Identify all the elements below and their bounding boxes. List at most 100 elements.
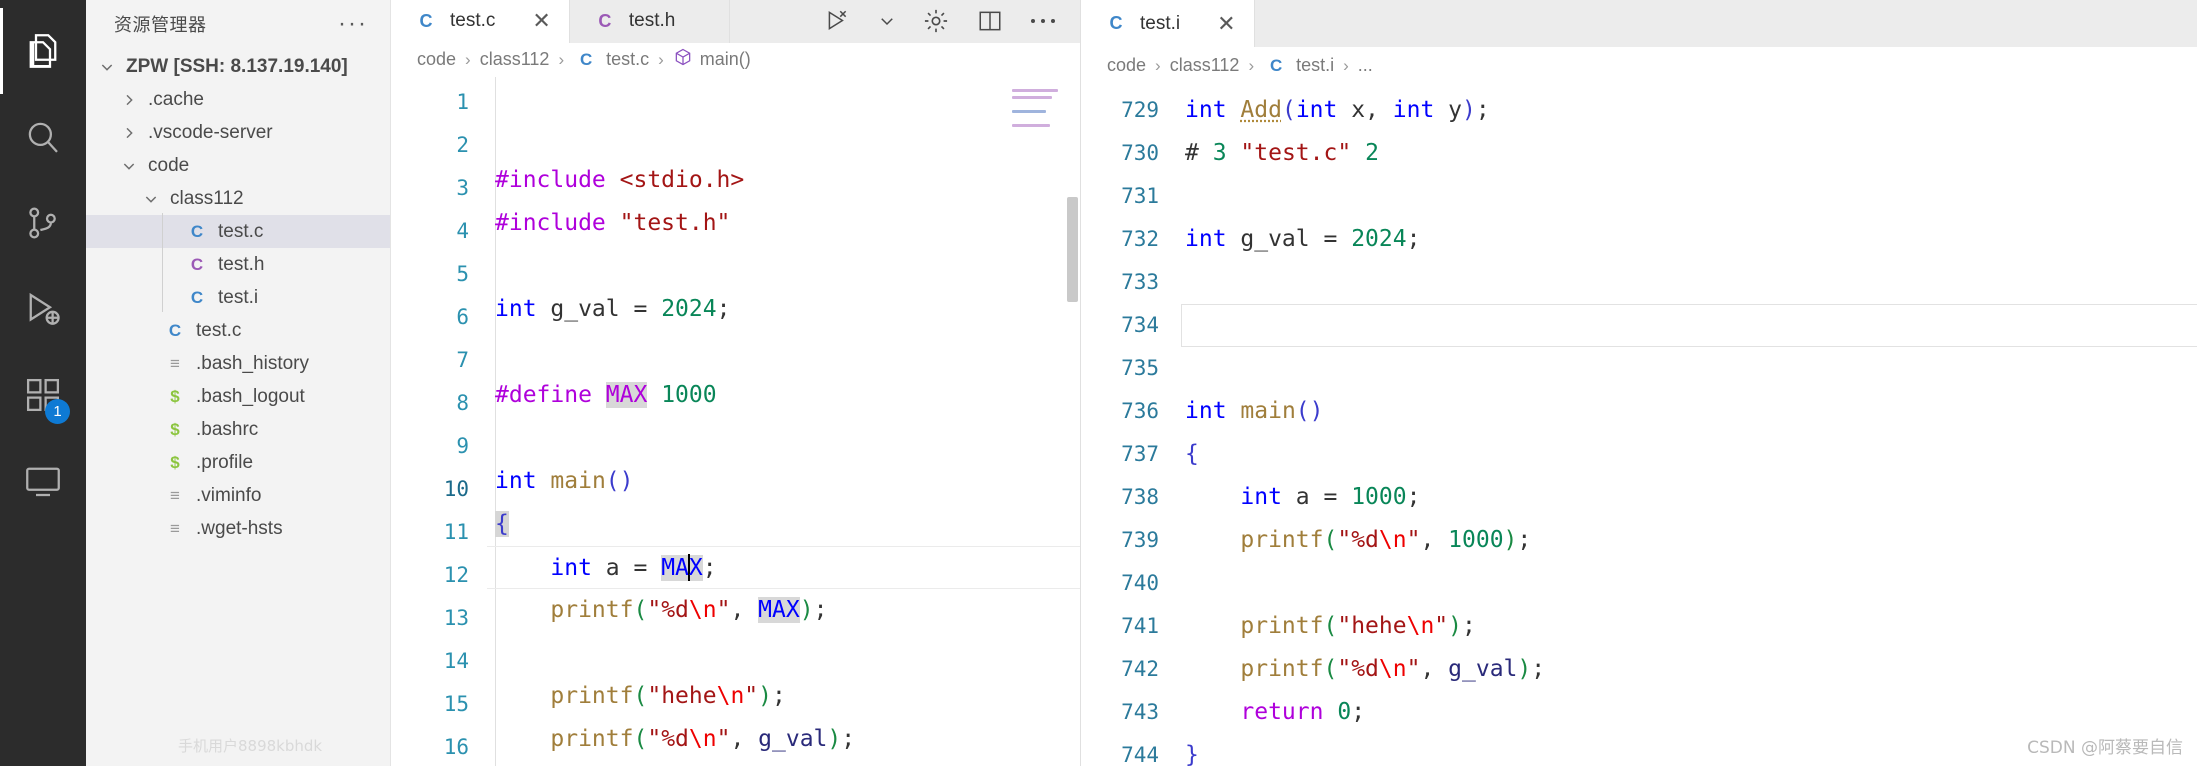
tree-item-code[interactable]: code [86,149,390,182]
code-line[interactable] [1177,175,2197,218]
breadcrumb-item[interactable]: code [1107,55,1146,76]
code-line[interactable] [487,331,1080,374]
code-text-left[interactable]: #include <stdio.h> #include "test.h" int g… [487,76,1080,766]
breadcrumb-item[interactable]: code [417,49,456,70]
code-line[interactable]: printf("%d\n", g_val); [487,718,1080,761]
code-line[interactable]: { [1177,433,2197,476]
gear-icon[interactable] [922,7,950,35]
code-token: 2024 [1337,225,1407,252]
breadcrumb-item[interactable]: Ctest.i [1263,55,1334,76]
activity-item-remote-explorer[interactable] [0,438,86,524]
tree-item-bash-history[interactable]: ≡ .bash_history [86,347,390,380]
tree-item-bashrc[interactable]: $ .bashrc [86,413,390,446]
code-token: ; [1406,483,1421,510]
code-line[interactable]: return 0; [1177,691,2197,734]
tree-item-viminfo[interactable]: ≡ .viminfo [86,479,390,512]
tree-item-test-i[interactable]: Ctest.i [86,281,390,314]
code-line[interactable]: int Add(int x, int y); [1177,89,2197,132]
code-line[interactable]: printf("hehe\n"); [1177,605,2197,648]
line-number: 735 [1121,355,1159,380]
scrollbar-thumb[interactable] [1067,196,1078,302]
code-line[interactable]: # 3 "test.c" 2 [1177,132,2197,175]
tree-item-zpw-ssh-8-137-19-140[interactable]: ZPW [SSH: 8.137.19.140] [86,50,390,83]
code-line[interactable]: #include <stdio.h> [487,159,1080,202]
code-line[interactable]: #include "test.h" [487,202,1080,245]
code-token: ( [633,682,648,709]
editor-content-left[interactable]: 1 2 3 4 5 6 7 8 9 10 11 12 13 14 15 16 #include <stdio.… [391,76,1080,766]
tree-item-label: .vscode-server [148,121,273,143]
tree-item-bash-logout[interactable]: $ .bash_logout [86,380,390,413]
c-file-icon: C [579,49,593,69]
tree-item-cache[interactable]: .cache [86,83,390,116]
run-icon[interactable] [822,8,852,34]
code-line[interactable]: int main() [487,460,1080,503]
tab-test-i[interactable]: C test.i ✕ [1081,0,1255,48]
line-number: 741 [1121,613,1159,638]
chevron-down-icon[interactable] [140,191,162,207]
line-number: 6 [456,304,469,329]
editor-scrollbar-left[interactable] [1066,77,1080,766]
code-line[interactable]: printf("%d\n", g_val); [1177,648,2197,691]
code-line[interactable]: return 0; [487,761,1080,766]
code-line[interactable]: #define MAX 1000 [487,374,1080,417]
code-line[interactable]: { [487,503,1080,546]
chevron-down-icon[interactable] [118,158,140,174]
sidebar-more-actions-icon[interactable]: ··· [338,12,368,36]
code-line[interactable] [1177,261,2197,304]
minimap-left[interactable] [1012,88,1066,149]
chevron-right-icon[interactable] [118,92,140,108]
code-text-right[interactable]: int Add(int x, int y); # 3 "test.c" 2 int … [1177,85,2197,766]
code-line[interactable] [1177,562,2197,605]
breadcrumb-separator: › [465,49,471,69]
chevron-down-icon[interactable] [96,59,118,75]
breadcrumb-label: test.c [606,49,650,70]
tab-test-h[interactable]: C test.h [569,0,730,43]
breadcrumb-item[interactable]: class112 [1170,55,1240,76]
split-editor-icon[interactable] [976,8,1004,34]
code-line[interactable]: printf("hehe\n"); [487,675,1080,718]
code-line[interactable]: printf("%d\n", 1000); [1177,519,2197,562]
code-token: main [1240,397,1296,424]
tree-item-vscode-server[interactable]: .vscode-server [86,116,390,149]
activity-item-search[interactable] [0,94,86,180]
c-file-icon: C [190,287,204,307]
editor-actions [822,0,1080,43]
breadcrumb-item[interactable]: ... [1358,55,1373,76]
activity-item-explorer[interactable] [0,8,86,94]
code-line[interactable] [487,245,1080,288]
ellipsis-icon[interactable] [1030,16,1056,26]
breadcrumb-item[interactable]: Ctest.c [573,49,649,70]
chevron-down-icon[interactable] [878,12,896,30]
code-line[interactable]: int a = MAX; [487,545,1080,589]
code-line[interactable]: int g_val = 2024; [1177,218,2197,261]
code-line[interactable] [1177,347,2197,390]
code-line[interactable]: int main() [1177,390,2197,433]
tree-item-test-c[interactable]: Ctest.c [86,215,390,248]
code-line[interactable] [487,632,1080,675]
tree-item-profile[interactable]: $ .profile [86,446,390,479]
breadcrumb-item[interactable]: main() [673,47,751,72]
code-line[interactable]: int a = 1000; [1177,476,2197,519]
code-line[interactable]: int g_val = 2024; [487,288,1080,331]
line-number: 742 [1121,656,1159,681]
code-token: MAX [605,381,648,408]
tree-item-wget-hsts[interactable]: ≡ .wget-hsts [86,512,390,545]
tree-item-test-c[interactable]: Ctest.c [86,314,390,347]
code-line[interactable] [487,417,1080,460]
activity-item-run-and-debug[interactable] [0,266,86,352]
tree-item-test-h[interactable]: Ctest.h [86,248,390,281]
close-icon[interactable]: ✕ [1217,12,1235,35]
activity-item-extensions[interactable]: 1 [0,352,86,438]
code-line[interactable] [1181,303,2197,347]
line-number: 737 [1121,441,1159,466]
close-icon[interactable]: ✕ [532,10,550,32]
tree-item-class112[interactable]: class112 [86,182,390,215]
editor-content-right[interactable]: 729 730 731 732 733 734 735 736 737 738 739 740 741 7… [1081,84,2197,766]
chevron-right-icon[interactable] [118,125,140,141]
activity-item-source-control[interactable] [0,180,86,266]
breadcrumb-item[interactable]: class112 [480,49,550,70]
shell-file-icon: $ [170,386,180,406]
tab-test-c[interactable]: C test.c ✕ [391,0,570,43]
code-line[interactable]: printf("%d\n", MAX); [487,589,1080,632]
